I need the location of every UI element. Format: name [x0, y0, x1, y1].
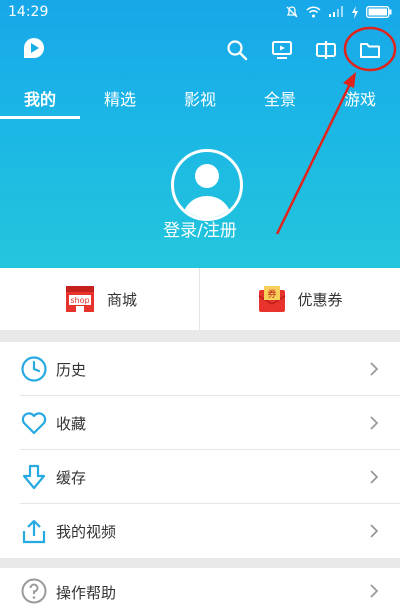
tab-movies[interactable]: 影视	[184, 86, 216, 110]
menu-item-help[interactable]: 操作帮助	[0, 568, 400, 615]
login-register-link[interactable]: 登录/注册	[0, 216, 400, 241]
top-tabs: 我的 精选 影视 全景 游戏	[0, 78, 400, 122]
tab-panorama[interactable]: 全景	[264, 86, 296, 110]
logo-icon[interactable]	[20, 34, 48, 62]
alarm-off-icon	[286, 6, 298, 18]
charging-icon	[352, 5, 358, 19]
quick-links: shop 商城 券 优惠券	[0, 268, 400, 330]
shop-link[interactable]: shop 商城	[0, 268, 200, 330]
shop-icon: shop	[65, 286, 94, 312]
history-clock-icon	[21, 356, 47, 382]
coupon-icon-text: 券	[268, 288, 277, 300]
signal-icon	[329, 6, 343, 17]
status-time: 14:29	[8, 4, 49, 20]
chevron-right-icon	[370, 416, 378, 430]
chevron-right-icon	[370, 584, 378, 598]
avatar[interactable]	[171, 149, 243, 221]
help-icon	[21, 578, 47, 604]
app-bar	[0, 30, 400, 70]
heart-icon	[21, 412, 47, 435]
chevron-right-icon	[370, 524, 378, 538]
tab-mine[interactable]: 我的	[24, 86, 56, 110]
shop-icon-text: shop	[70, 296, 89, 305]
menu-item-history[interactable]: 历史	[0, 342, 400, 396]
menu-item-label: 缓存	[56, 469, 87, 487]
default-avatar-icon	[183, 164, 231, 218]
folder-icon[interactable]	[356, 36, 384, 64]
menu-item-label: 收藏	[56, 415, 87, 433]
battery-icon	[366, 6, 392, 18]
shop-label: 商城	[106, 290, 137, 309]
status-icons	[285, 5, 392, 19]
coupon-label: 优惠券	[297, 290, 343, 309]
menu-item-my-videos[interactable]: 我的视频	[0, 504, 400, 558]
wifi-icon	[306, 6, 321, 18]
mini-player-icon[interactable]	[312, 36, 340, 64]
tab-games[interactable]: 游戏	[344, 86, 376, 110]
menu-item-label: 历史	[56, 361, 87, 379]
tv-cast-icon[interactable]	[268, 36, 296, 64]
coupon-icon: 券	[259, 286, 286, 312]
search-icon[interactable]	[223, 36, 251, 64]
help-label: 操作帮助	[56, 584, 117, 602]
upload-icon	[22, 519, 46, 544]
menu-item-favorites[interactable]: 收藏	[0, 396, 400, 450]
chevron-right-icon	[370, 470, 378, 484]
chevron-right-icon	[370, 362, 378, 376]
menu-list: 历史 收藏 缓存 我的视频	[0, 342, 400, 558]
download-icon	[22, 464, 46, 490]
status-bar: 14:29	[0, 0, 400, 26]
tab-indicator	[0, 116, 80, 119]
menu-item-cache[interactable]: 缓存	[0, 450, 400, 504]
coupon-link[interactable]: 券 优惠券	[200, 268, 400, 330]
menu-item-label: 我的视频	[56, 523, 117, 541]
tab-featured[interactable]: 精选	[104, 86, 136, 110]
